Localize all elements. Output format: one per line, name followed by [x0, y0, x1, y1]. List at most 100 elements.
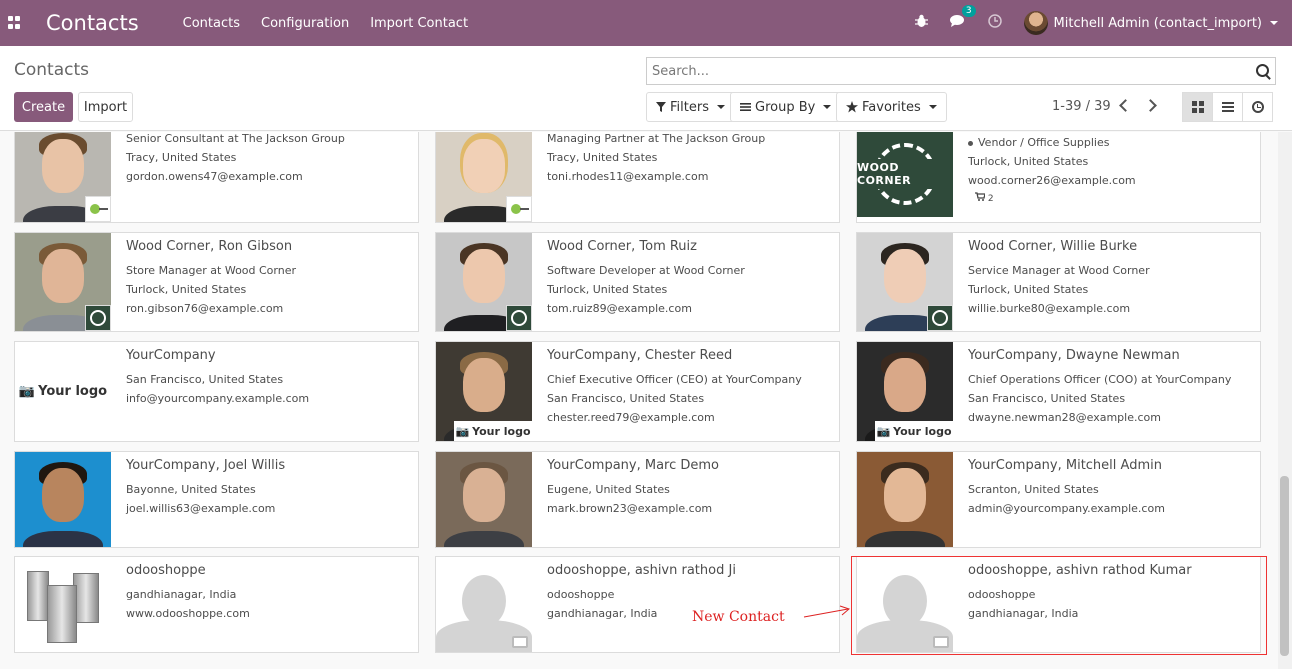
tag-dot-icon: [968, 140, 973, 146]
contact-photo: [436, 452, 532, 547]
contact-function: Senior Consultant at The Jackson Group: [126, 132, 345, 145]
contact-company: odooshoppe: [968, 588, 1036, 601]
contact-function: Service Manager at Wood Corner: [968, 264, 1150, 277]
contact-card[interactable]: Wood Corner, Ron Gibson Store Manager at…: [14, 232, 419, 332]
contact-function: Store Manager at Wood Corner: [126, 264, 297, 277]
pager-value[interactable]: 1-39 / 39: [1052, 99, 1111, 114]
contact-photo: [857, 233, 953, 331]
control-panel: Contacts Create Import Filters Group By …: [0, 46, 1292, 131]
contact-card[interactable]: odooshoppe gandhianagar, India www.odoos…: [14, 556, 419, 653]
contact-card[interactable]: Managing Partner at The Jackson Group Tr…: [435, 132, 840, 223]
user-avatar[interactable]: [1023, 11, 1048, 35]
contact-company: odooshoppe: [547, 588, 615, 601]
contact-location: Bayonne, United States: [126, 483, 256, 496]
create-button[interactable]: Create: [14, 92, 73, 122]
contact-card[interactable]: 📷 Your logo YourCompany, Chester Reed Chi…: [435, 341, 840, 442]
chat-count-badge: 3: [961, 5, 976, 17]
contact-card[interactable]: odooshoppe, ashivn rathod Ji odooshoppe …: [435, 556, 840, 653]
contact-name: odooshoppe, ashivn rathod Ji: [547, 563, 736, 578]
shopping-cart-icon: [975, 192, 986, 201]
debug-bug-icon[interactable]: [914, 14, 928, 32]
contact-name: YourCompany, Mitchell Admin: [968, 458, 1162, 473]
contact-email: admin@yourcompany.example.com: [968, 502, 1165, 515]
contact-card[interactable]: YourCompany, Mitchell Admin Scranton, Un…: [856, 451, 1261, 548]
company-logo-badge: [85, 196, 111, 222]
contact-card[interactable]: WOOD CORNER Vendor / Office Supplies Tur…: [856, 132, 1261, 223]
search-icon[interactable]: [1256, 64, 1269, 77]
chevron-down-icon: [928, 105, 937, 109]
contact-location: San Francisco, United States: [968, 392, 1126, 405]
contact-photo-placeholder: [436, 557, 532, 652]
camera-icon: 📷: [18, 384, 36, 399]
vertical-scrollbar[interactable]: [1278, 132, 1292, 669]
contact-photo: 📷 Your logo: [857, 342, 953, 441]
wood-corner-badge-icon: [85, 305, 111, 331]
scrollbar-thumb[interactable]: [1280, 476, 1289, 656]
contact-name: YourCompany, Marc Demo: [547, 458, 720, 473]
wood-corner-badge-icon: [506, 305, 532, 331]
contact-email: wood.corner26@example.com: [968, 174, 1136, 187]
contact-name: YourCompany, Dwayne Newman: [968, 348, 1180, 363]
contact-location: gandhianagar, India: [547, 607, 658, 620]
contact-photo: [436, 233, 532, 331]
top-navbar: Contacts Contacts Configuration Import C…: [0, 0, 1292, 46]
user-menu-name[interactable]: Mitchell Admin (contact_import): [1054, 16, 1262, 31]
menu-import-contact[interactable]: Import Contact: [370, 16, 468, 31]
menu-configuration[interactable]: Configuration: [261, 16, 349, 31]
groupby-dropdown[interactable]: Group By: [730, 92, 842, 122]
contact-photo: [857, 452, 953, 547]
wood-corner-logo-text: WOOD CORNER: [857, 159, 953, 189]
search-bar: [646, 57, 1276, 85]
list-view-icon: [1221, 100, 1234, 114]
activity-view-button[interactable]: [1242, 92, 1273, 122]
contact-location: San Francisco, United States: [547, 392, 705, 405]
contact-card[interactable]: 📷 Your logo YourCompany San Francisco, Un…: [14, 341, 419, 442]
contact-location: gandhianagar, India: [126, 588, 237, 601]
contact-name: Wood Corner, Willie Burke: [968, 239, 1138, 254]
contact-card[interactable]: YourCompany, Marc Demo Eugene, United St…: [435, 451, 840, 548]
import-button[interactable]: Import: [78, 92, 133, 122]
contact-function: Chief Executive Officer (CEO) at YourCom…: [547, 373, 802, 386]
menu-contacts[interactable]: Contacts: [183, 16, 240, 31]
your-logo-text: Your logo: [38, 384, 108, 399]
contact-email: willie.burke80@example.com: [968, 302, 1131, 315]
camera-icon: [933, 636, 949, 648]
contact-card[interactable]: YourCompany, Joel Willis Bayonne, United…: [14, 451, 419, 548]
apps-menu-icon[interactable]: [8, 16, 22, 30]
clock-icon: [1251, 101, 1264, 113]
contact-website: www.odooshoppe.com: [126, 607, 250, 620]
contact-name: YourCompany, Joel Willis: [126, 458, 286, 473]
search-input[interactable]: [647, 58, 1227, 84]
list-view-button[interactable]: [1212, 92, 1243, 122]
user-menu-caret-icon[interactable]: [1270, 21, 1278, 25]
filters-label: Filters: [670, 99, 709, 115]
contact-card[interactable]: Wood Corner, Willie Burke Service Manage…: [856, 232, 1261, 332]
contact-email: gordon.owens47@example.com: [126, 170, 303, 183]
company-logo: [15, 557, 111, 652]
chevron-down-icon: [716, 105, 725, 109]
kanban-view-button[interactable]: [1182, 92, 1213, 122]
pager-next-icon[interactable]: [1144, 98, 1160, 114]
contact-location: gandhianagar, India: [968, 607, 1079, 620]
app-brand: Contacts: [46, 11, 139, 35]
chat-messages-icon[interactable]: 3: [949, 5, 976, 32]
contact-card[interactable]: Wood Corner, Tom Ruiz Software Developer…: [435, 232, 840, 332]
wood-corner-badge-icon: [927, 305, 953, 331]
favorites-dropdown[interactable]: Favorites: [836, 92, 947, 122]
list-bars-icon: [740, 103, 751, 111]
contact-card[interactable]: 📷 Your logo YourCompany, Dwayne Newman Ch…: [856, 341, 1261, 442]
contact-function: Managing Partner at The Jackson Group: [547, 132, 766, 145]
star-icon: [846, 101, 858, 113]
contact-photo: [15, 452, 111, 547]
annotation-arrow-icon: [803, 605, 850, 618]
breadcrumb: Contacts: [14, 60, 89, 80]
contact-function: Software Developer at Wood Corner: [547, 264, 745, 277]
filters-dropdown[interactable]: Filters: [646, 92, 735, 122]
contact-card[interactable]: Senior Consultant at The Jackson Group T…: [14, 132, 419, 223]
activity-clock-icon[interactable]: [987, 14, 1002, 32]
contact-photo: [15, 233, 111, 331]
pager-previous-icon[interactable]: [1115, 98, 1131, 114]
sales-count[interactable]: 2: [975, 190, 1254, 209]
contact-card-new[interactable]: odooshoppe, ashivn rathod Kumar odooshop…: [856, 556, 1261, 653]
contact-location: Tracy, United States: [126, 151, 237, 164]
